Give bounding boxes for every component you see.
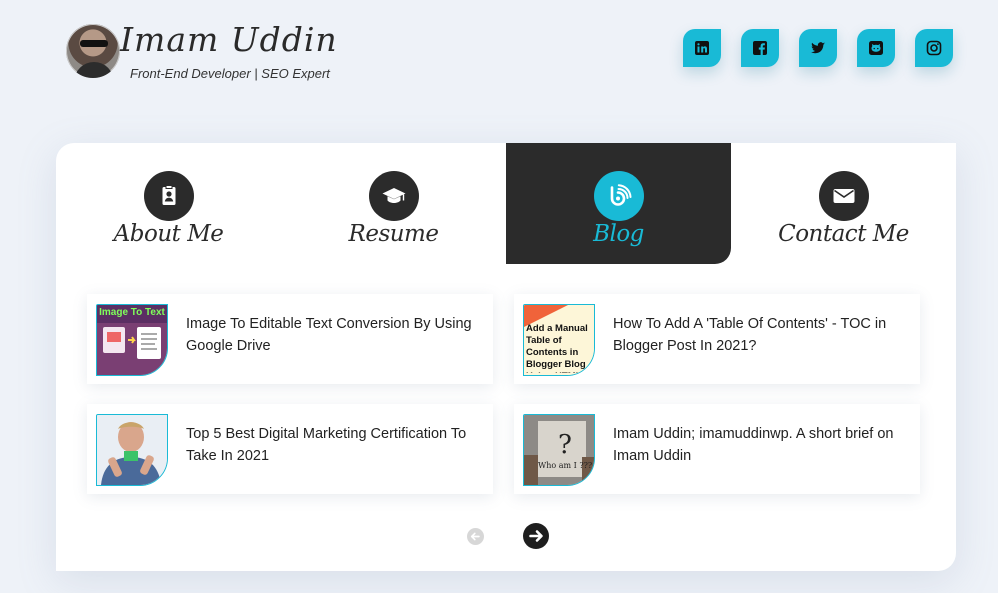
- blog-post-card[interactable]: ? Who am I ??? Imam Uddin; imamuddinwp. …: [514, 404, 920, 494]
- thumbnail-caption: Add a Manual Table of Contents in Blogge…: [526, 323, 591, 373]
- post-thumbnail: Image To Text: [96, 304, 168, 376]
- next-page-button[interactable]: [523, 523, 549, 549]
- post-thumbnail: ? Who am I ???: [523, 414, 595, 486]
- envelope-icon: [819, 171, 869, 221]
- tab-about-me[interactable]: About Me: [56, 143, 281, 264]
- tab-label: Contact Me: [778, 221, 909, 247]
- tab-label: About Me: [113, 221, 224, 247]
- blog-post-card[interactable]: Image To Text Image To Editable Text Con…: [87, 294, 493, 384]
- avatar: [66, 24, 120, 78]
- thumbnail-caption: Image To Text: [99, 307, 165, 318]
- twitter-button[interactable]: [799, 29, 837, 67]
- linkedin-button[interactable]: [683, 29, 721, 67]
- linkedin-icon: [695, 41, 709, 55]
- brand-name: Imam Uddin: [120, 20, 338, 59]
- instagram-button[interactable]: [915, 29, 953, 67]
- facebook-icon: [753, 41, 767, 55]
- pagination: [56, 523, 956, 553]
- content-card: About Me Resume Blog Contact Me Image To…: [56, 143, 956, 571]
- facebook-button[interactable]: [741, 29, 779, 67]
- blog-post-card[interactable]: Top 5 Best Digital Marketing Certificati…: [87, 404, 493, 494]
- site-logo[interactable]: Imam Uddin Front-End Developer | SEO Exp…: [66, 20, 337, 86]
- github-icon: [869, 41, 883, 55]
- brand-tagline: Front-End Developer | SEO Expert: [130, 66, 330, 81]
- tab-blog[interactable]: Blog: [506, 143, 731, 264]
- svg-text:?: ?: [558, 430, 572, 460]
- blogger-icon: [594, 171, 644, 221]
- tab-label: Resume: [348, 221, 439, 247]
- social-links: [683, 29, 953, 67]
- blog-post-card[interactable]: Add a Manual Table of Contents in Blogge…: [514, 294, 920, 384]
- post-title[interactable]: How To Add A 'Table Of Contents' - TOC i…: [613, 313, 909, 357]
- arrow-right-icon: [529, 530, 543, 542]
- tab-resume[interactable]: Resume: [281, 143, 506, 264]
- twitter-icon: [811, 42, 825, 54]
- post-title[interactable]: Top 5 Best Digital Marketing Certificati…: [186, 423, 482, 467]
- previous-page-button[interactable]: [467, 528, 484, 545]
- tab-label: Blog: [593, 221, 644, 247]
- post-title[interactable]: Image To Editable Text Conversion By Usi…: [186, 313, 482, 357]
- tab-contact-me[interactable]: Contact Me: [731, 143, 956, 264]
- arrow-left-icon: [470, 532, 480, 541]
- post-thumbnail: Add a Manual Table of Contents in Blogge…: [523, 304, 595, 376]
- graduation-cap-icon: [369, 171, 419, 221]
- tab-bar: About Me Resume Blog Contact Me: [56, 143, 956, 264]
- thumbnail-caption: Who am I ???: [538, 461, 593, 470]
- post-title[interactable]: Imam Uddin; imamuddinwp. A short brief o…: [613, 423, 909, 467]
- id-badge-icon: [144, 171, 194, 221]
- post-thumbnail: [96, 414, 168, 486]
- instagram-icon: [926, 40, 942, 56]
- github-button[interactable]: [857, 29, 895, 67]
